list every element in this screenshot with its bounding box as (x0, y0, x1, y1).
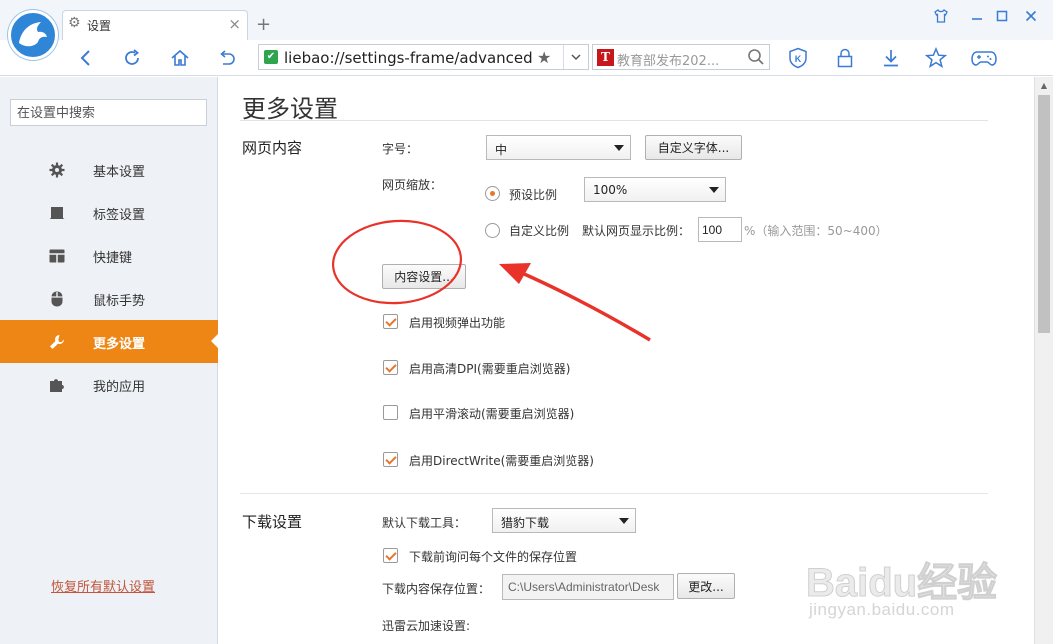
zoom-percent-input[interactable] (698, 217, 742, 242)
search-icon[interactable] (747, 48, 765, 69)
favorites-star-icon[interactable] (922, 44, 950, 72)
settings-content: 更多设置 网页内容 字号： 中 自定义字体... 网页缩放： 预设比例 100%… (218, 77, 1034, 644)
search-engine-icon[interactable]: T (597, 49, 614, 66)
sidebar-item-basic[interactable]: 基本设置 (0, 148, 218, 191)
svg-text:K: K (795, 54, 802, 64)
back-button[interactable] (72, 44, 100, 72)
download-tool-value: 猎豹下载 (501, 516, 550, 530)
custom-zoom-label: 自定义比例 (509, 224, 570, 238)
content-settings-button[interactable]: 内容设置... (382, 264, 466, 289)
preset-zoom-select[interactable]: 100% (584, 177, 726, 202)
change-path-button[interactable]: 更改... (677, 573, 735, 599)
font-size-label: 字号： (382, 142, 419, 156)
sidebar-item-mouse[interactable]: 鼠标手势 (0, 277, 218, 320)
section-divider (240, 493, 988, 494)
tab-title: 设置 (87, 19, 112, 33)
minimize-icon[interactable] (965, 2, 989, 30)
sidebar: 基本设置 标签设置 快捷键 鼠标手势 更多设置 (0, 77, 218, 644)
maximize-icon[interactable] (990, 2, 1014, 30)
page-title: 更多设置 (242, 95, 338, 123)
default-zoom-label: 默认网页显示比例： (582, 224, 691, 238)
gear-icon (49, 162, 65, 178)
wrench-icon (49, 334, 65, 350)
save-path-label: 下载内容保存位置： (382, 582, 491, 596)
close-tab-icon[interactable]: × (228, 15, 241, 33)
chevron-down-icon (709, 187, 719, 193)
sidebar-item-shortcuts[interactable]: 快捷键 (0, 234, 218, 277)
sidebar-item-label: 鼠标手势 (93, 294, 146, 309)
title-bar: ⚙ 设置 × + (0, 0, 1053, 40)
hidpi-checkbox[interactable] (383, 360, 398, 375)
title-divider (240, 120, 988, 121)
new-tab-button[interactable]: + (256, 14, 271, 35)
gear-icon: ⚙ (68, 15, 81, 31)
home-button[interactable] (166, 44, 194, 72)
address-bar[interactable]: ✔ liebao://settings-frame/advanced ★ (258, 44, 589, 70)
ask-location-label: 下载前询问每个文件的保存位置 (409, 550, 578, 564)
zoom-range-hint: %（输入范围：50~400） (744, 224, 888, 238)
font-size-value: 中 (495, 143, 508, 157)
sidebar-item-apps[interactable]: 我的应用 (0, 363, 218, 406)
gamepad-icon[interactable] (968, 44, 1000, 72)
sidebar-item-label: 更多设置 (93, 337, 146, 352)
toolbar: ✔ liebao://settings-frame/advanced ★ T 教… (0, 40, 1053, 76)
xunlei-accel-label: 迅雷云加速设置: (382, 619, 471, 633)
directwrite-checkbox[interactable] (383, 452, 398, 467)
preset-zoom-value: 100% (593, 183, 628, 197)
chevron-down-icon (619, 518, 629, 524)
chevron-down-icon (614, 145, 624, 151)
zoom-label: 网页缩放： (382, 178, 443, 192)
secure-check-icon: ✔ (264, 50, 278, 64)
web-content-section-label: 网页内容 (242, 139, 303, 157)
shortcut-icon (49, 248, 65, 264)
settings-search-input[interactable] (10, 99, 207, 126)
lock-icon[interactable] (831, 44, 859, 72)
sidebar-item-label: 标签设置 (93, 208, 146, 223)
refresh-button[interactable] (118, 44, 146, 72)
restore-defaults-link[interactable]: 恢复所有默认设置 (51, 576, 155, 595)
sidebar-item-more[interactable]: 更多设置 (0, 320, 218, 363)
sidebar-item-label: 基本设置 (93, 165, 146, 180)
download-tool-label: 默认下载工具： (382, 516, 467, 530)
video-popup-label: 启用视频弹出功能 (409, 316, 506, 330)
address-text[interactable]: liebao://settings-frame/advanced (284, 49, 533, 67)
undo-close-button[interactable] (213, 44, 241, 72)
mouse-icon (49, 291, 65, 307)
shield-icon[interactable]: K (784, 44, 812, 72)
browser-logo (8, 10, 58, 60)
sidebar-item-label: 我的应用 (93, 380, 146, 395)
sidebar-nav: 基本设置 标签设置 快捷键 鼠标手势 更多设置 我的应用 (0, 148, 218, 406)
sidebar-item-label: 快捷键 (93, 251, 133, 266)
scroll-up-icon[interactable]: ▲ (1035, 77, 1053, 94)
save-path-input[interactable] (502, 574, 674, 600)
smooth-scroll-checkbox[interactable] (383, 405, 398, 420)
ask-location-checkbox[interactable] (383, 548, 398, 563)
custom-font-button[interactable]: 自定义字体... (645, 135, 742, 160)
puzzle-icon (49, 377, 65, 393)
tab-icon (49, 205, 65, 221)
sidebar-item-tabs[interactable]: 标签设置 (0, 191, 218, 234)
font-size-select[interactable]: 中 (486, 135, 631, 160)
search-text[interactable]: 教育部发布202... (617, 50, 742, 69)
search-box[interactable]: T 教育部发布202... (592, 44, 770, 70)
scrollbar[interactable]: ▲ (1034, 77, 1053, 644)
close-window-icon[interactable] (1018, 2, 1044, 30)
hidpi-label: 启用高清DPI(需要重启浏览器) (409, 362, 571, 376)
preset-zoom-radio[interactable] (485, 186, 500, 201)
smooth-scroll-label: 启用平滑滚动(需要重启浏览器) (409, 407, 575, 421)
download-section-label: 下载设置 (242, 513, 303, 531)
tab-settings[interactable]: ⚙ 设置 × (62, 10, 248, 40)
custom-zoom-radio[interactable] (485, 223, 500, 238)
scroll-thumb[interactable] (1038, 95, 1050, 333)
preset-zoom-label: 预设比例 (509, 188, 558, 202)
address-dropdown-icon[interactable] (563, 45, 588, 69)
directwrite-label: 启用DirectWrite(需要重启浏览器) (409, 454, 594, 468)
bookmark-star-icon[interactable]: ★ (537, 48, 551, 67)
skin-icon[interactable] (930, 2, 952, 30)
download-tool-select[interactable]: 猎豹下载 (492, 508, 636, 533)
video-popup-checkbox[interactable] (383, 314, 398, 329)
download-icon[interactable] (877, 44, 905, 72)
